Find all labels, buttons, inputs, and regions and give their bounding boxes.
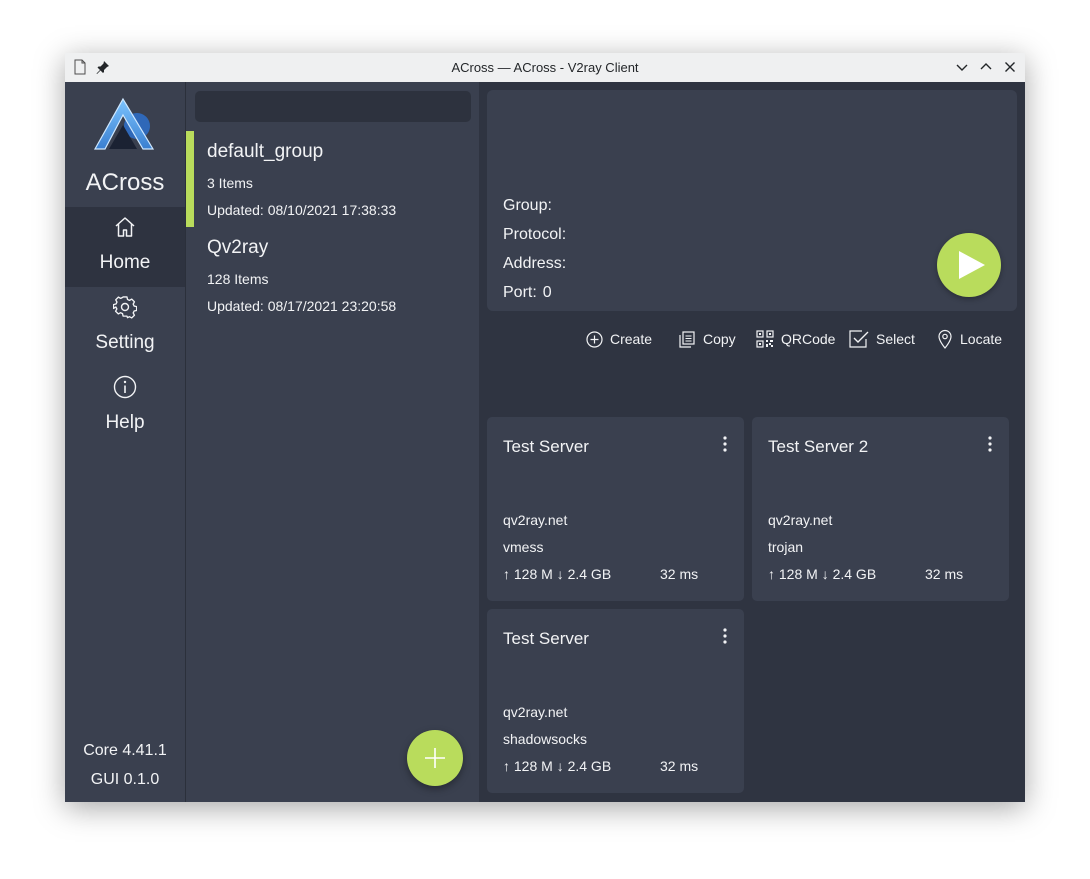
group-updated: Updated: 08/17/2021 23:20:58: [207, 298, 397, 314]
qrcode-button[interactable]: QRCode: [756, 329, 835, 349]
gui-version: GUI 0.1.0: [90, 771, 160, 788]
server-traffic: ↑ 128 M ↓ 2.4 GB: [503, 566, 612, 582]
add-circle-icon: [586, 330, 603, 348]
checkbox-icon: [849, 330, 869, 348]
group-search-input[interactable]: [195, 91, 471, 122]
locate-button[interactable]: Locate: [937, 329, 1002, 349]
nav-item-label: Help: [105, 412, 145, 433]
server-address: qv2ray.net: [768, 512, 833, 528]
connection-detail-card: Group: Protocol: Address: Port: 0: [487, 90, 1017, 311]
server-latency: 32 ms: [660, 758, 699, 774]
nav-item-setting[interactable]: Setting: [65, 287, 185, 367]
copy-label: Copy: [703, 331, 736, 347]
app-window: ACross — ACross - V2ray Client ACross Ho…: [65, 53, 1025, 802]
select-button[interactable]: Select: [849, 329, 915, 349]
add-group-button[interactable]: [407, 730, 463, 786]
group-list-panel: default_group 3 Items Updated: 08/10/202…: [185, 82, 479, 802]
qrcode-label: QRCode: [781, 331, 836, 347]
plus-icon: [425, 748, 445, 768]
nav-item-label: Home: [99, 252, 151, 273]
server-address: qv2ray.net: [503, 704, 568, 720]
server-name: Test Server 2: [768, 437, 869, 456]
maximize-button[interactable]: [977, 58, 995, 76]
detail-group-label: Group:: [503, 197, 552, 214]
window-title: ACross — ACross - V2ray Client: [451, 60, 639, 75]
detail-protocol-label: Protocol:: [503, 226, 567, 243]
location-pin-icon: [938, 329, 952, 349]
group-count: 128 Items: [207, 271, 269, 287]
play-icon: [959, 251, 985, 279]
group-count: 3 Items: [207, 175, 253, 191]
more-vert-icon[interactable]: [720, 627, 730, 645]
select-label: Select: [876, 331, 915, 347]
create-button[interactable]: Create: [586, 329, 652, 349]
group-name: Qv2ray: [207, 237, 269, 258]
detail-port-value: 0: [542, 284, 552, 301]
across-logo: [93, 97, 155, 150]
minimize-button[interactable]: [953, 58, 971, 76]
create-label: Create: [610, 331, 653, 347]
detail-address: Address:: [503, 255, 572, 273]
detail-port: Port: 0: [503, 284, 552, 302]
copy-button[interactable]: Copy: [678, 329, 736, 349]
copy-icon: [679, 330, 695, 348]
server-traffic: ↑ 128 M ↓ 2.4 GB: [503, 758, 612, 774]
server-protocol: vmess: [503, 539, 544, 555]
nav-item-home[interactable]: Home: [65, 207, 185, 287]
server-latency: 32 ms: [660, 566, 699, 582]
detail-port-label: Port:: [503, 284, 537, 301]
sidebar-nav: ACross Home Setting Help Core 4.41.1 GUI…: [65, 82, 185, 802]
info-icon: [113, 375, 137, 399]
main-panel: Group: Protocol: Address: Port: 0 Create…: [479, 82, 1025, 802]
more-vert-icon[interactable]: [720, 435, 730, 453]
titlebar: ACross — ACross - V2ray Client: [65, 53, 1025, 83]
group-item-qv2ray[interactable]: Qv2ray 128 Items Updated: 08/17/2021 23:…: [186, 227, 479, 323]
gear-icon: [113, 296, 137, 319]
server-protocol: trojan: [768, 539, 804, 555]
server-name: Test Server: [503, 437, 589, 456]
selection-indicator: [186, 131, 194, 227]
server-card[interactable]: Test Server qv2ray.net vmess ↑ 128 M ↓ 2…: [487, 417, 744, 601]
server-traffic: ↑ 128 M ↓ 2.4 GB: [768, 566, 877, 582]
app-name: ACross: [85, 169, 165, 196]
nav-item-label: Setting: [95, 332, 155, 353]
home-icon: [115, 217, 135, 237]
server-latency: 32 ms: [925, 566, 964, 582]
server-protocol: shadowsocks: [503, 731, 588, 747]
group-name: default_group: [207, 141, 324, 162]
core-version: Core 4.41.1: [83, 742, 167, 759]
nav-item-help[interactable]: Help: [65, 367, 185, 447]
group-item-default[interactable]: default_group 3 Items Updated: 08/10/202…: [186, 131, 479, 227]
server-address: qv2ray.net: [503, 512, 568, 528]
server-card[interactable]: Test Server 2 qv2ray.net trojan ↑ 128 M …: [752, 417, 1009, 601]
detail-group: Group:: [503, 197, 558, 215]
more-vert-icon[interactable]: [985, 435, 995, 453]
locate-label: Locate: [960, 331, 1003, 347]
close-button[interactable]: [1001, 58, 1019, 76]
group-updated: Updated: 08/10/2021 17:38:33: [207, 202, 397, 218]
server-card[interactable]: Test Server qv2ray.net shadowsocks ↑ 128…: [487, 609, 744, 793]
server-name: Test Server: [503, 629, 589, 648]
detail-address-label: Address:: [503, 255, 567, 272]
connect-button[interactable]: [937, 233, 1001, 297]
qrcode-icon: [756, 330, 774, 348]
detail-protocol: Protocol:: [503, 226, 572, 244]
